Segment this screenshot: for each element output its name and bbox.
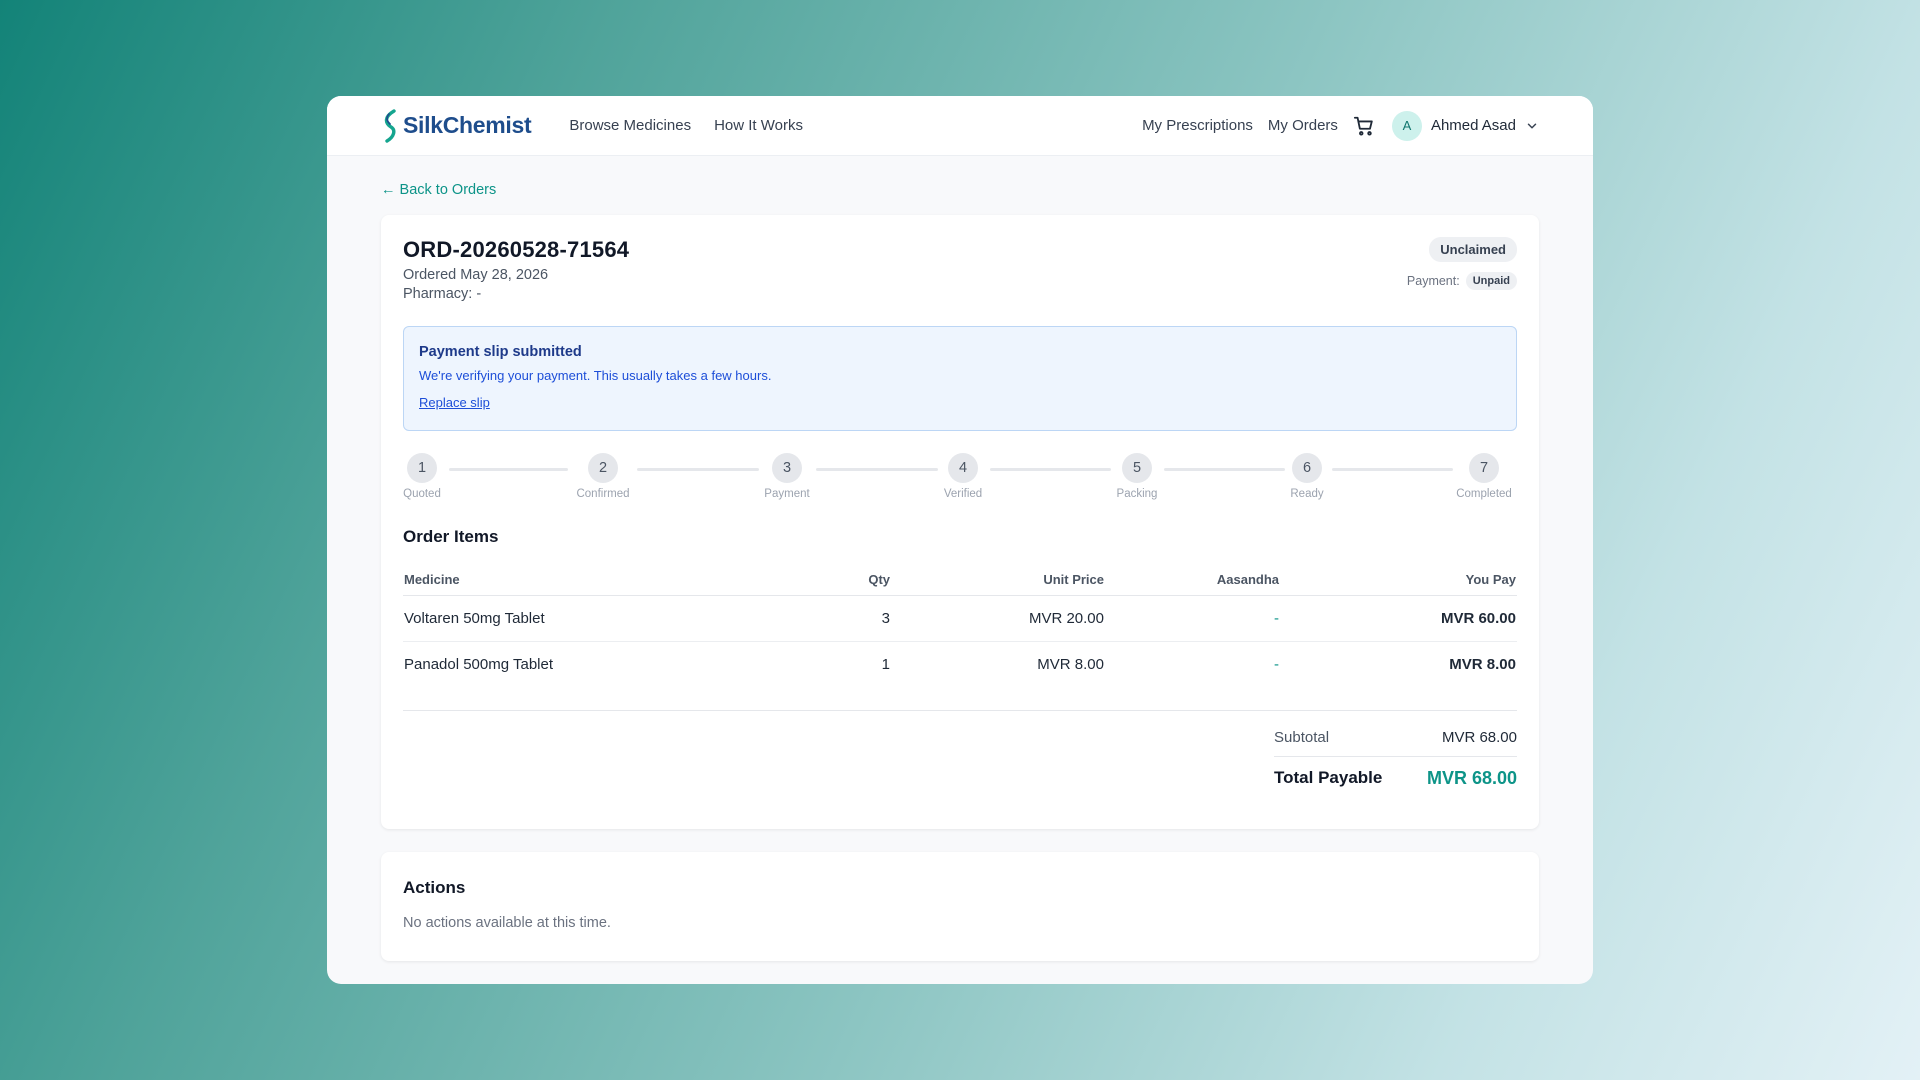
step-connector bbox=[1332, 468, 1453, 471]
nav-my-orders[interactable]: My Orders bbox=[1268, 117, 1338, 134]
step-label: Quoted bbox=[403, 488, 441, 500]
order-date: Ordered May 28, 2026 bbox=[403, 267, 549, 283]
step-payment: 3 Payment bbox=[752, 453, 822, 500]
total-label: Total Payable bbox=[1274, 768, 1383, 787]
page-content: ← Back to Orders ORD-20260528-71564 Orde… bbox=[327, 156, 1593, 961]
column-header-unit-price: Unit Price bbox=[891, 566, 1105, 596]
step-ready: 6 Ready bbox=[1272, 453, 1342, 500]
step-connector bbox=[637, 468, 759, 471]
cell-you-pay: MVR 8.00 bbox=[1449, 656, 1516, 674]
column-header-qty: Qty bbox=[733, 566, 891, 596]
avatar: A bbox=[1391, 110, 1422, 141]
step-number: 6 bbox=[1292, 453, 1322, 483]
cell-you-pay: MVR 60.00 bbox=[1280, 595, 1517, 642]
chevron-down-icon bbox=[1527, 123, 1537, 128]
nav-how-it-works[interactable]: How It Works bbox=[714, 117, 803, 134]
order-id: ORD-20260528-71564 bbox=[403, 237, 630, 262]
payment-status-badge: Unpaid bbox=[1465, 272, 1517, 290]
step-label: Confirmed bbox=[576, 488, 630, 500]
actions-title: Actions bbox=[403, 878, 466, 897]
payment-slip-notice: Payment slip submitted We're verifying y… bbox=[403, 326, 1517, 431]
step-label: Verified bbox=[943, 488, 983, 500]
cell-qty: 3 bbox=[733, 595, 891, 642]
user-name: Ahmed Asad bbox=[1430, 117, 1516, 134]
table-row: Panadol 500mg Tablet 1 MVR 8.00 - MVR 8.… bbox=[403, 642, 1517, 688]
step-number: 7 bbox=[1469, 453, 1499, 483]
user-menu[interactable]: A Ahmed Asad bbox=[1390, 110, 1539, 141]
top-navbar: SilkChemist Browse Medicines How It Work… bbox=[327, 96, 1593, 156]
actions-card: Actions No actions available at this tim… bbox=[381, 852, 1539, 961]
order-items-table: Medicine Qty Unit Price Aasandha You Pay… bbox=[403, 566, 1517, 688]
cell-medicine: Panadol 500mg Tablet bbox=[404, 656, 554, 674]
order-card: ORD-20260528-71564 Ordered May 28, 2026 … bbox=[381, 215, 1539, 829]
step-completed: 7 Completed bbox=[1449, 453, 1519, 500]
step-number: 3 bbox=[772, 453, 802, 483]
notice-title: Payment slip submitted bbox=[419, 344, 582, 360]
step-quoted: 1 Quoted bbox=[387, 453, 457, 500]
nav-my-prescriptions[interactable]: My Prescriptions bbox=[1142, 117, 1253, 134]
cart-icon[interactable] bbox=[1353, 115, 1375, 137]
subtotal-value: MVR 68.00 bbox=[1441, 728, 1517, 746]
step-label: Payment bbox=[764, 488, 810, 500]
cell-qty: 1 bbox=[881, 656, 890, 674]
brand-name: SilkChemist bbox=[403, 112, 532, 138]
subtotal-label: Subtotal bbox=[1274, 728, 1330, 746]
step-verified: 4 Verified bbox=[928, 453, 998, 500]
column-header-aasandha: Aasandha bbox=[1105, 566, 1280, 596]
actions-empty-message: No actions available at this time. bbox=[403, 915, 611, 931]
cell-aasandha: - bbox=[1274, 656, 1279, 674]
step-number: 4 bbox=[948, 453, 978, 483]
column-header-medicine: Medicine bbox=[403, 566, 733, 596]
step-connector bbox=[1164, 468, 1285, 471]
step-number: 2 bbox=[588, 453, 618, 483]
step-number: 5 bbox=[1122, 453, 1152, 483]
order-header: ORD-20260528-71564 Ordered May 28, 2026 … bbox=[403, 237, 1517, 302]
step-packing: 5 Packing bbox=[1102, 453, 1172, 500]
total-row: Total Payable MVR 68.00 bbox=[1274, 755, 1517, 789]
app-window: SilkChemist Browse Medicines How It Work… bbox=[327, 96, 1593, 984]
primary-nav: Browse Medicines How It Works bbox=[569, 117, 803, 134]
step-label: Completed bbox=[1456, 488, 1512, 500]
payment-status-row: Payment: Unpaid bbox=[1407, 272, 1517, 290]
table-header-row: Medicine Qty Unit Price Aasandha You Pay bbox=[403, 566, 1517, 596]
back-to-orders-link[interactable]: ← Back to Orders bbox=[381, 182, 496, 198]
step-connector bbox=[990, 468, 1111, 471]
nav-browse-medicines[interactable]: Browse Medicines bbox=[569, 117, 691, 134]
brand-logo[interactable]: SilkChemist bbox=[381, 108, 532, 143]
leaf-logo-icon bbox=[384, 108, 396, 143]
step-label: Ready bbox=[1290, 488, 1324, 500]
user-nav: My Prescriptions My Orders A Ahmed Asad bbox=[1142, 110, 1539, 141]
step-label: Packing bbox=[1116, 488, 1158, 500]
total-value: MVR 68.00 bbox=[1426, 767, 1517, 788]
step-number: 1 bbox=[407, 453, 437, 483]
notice-message: We're verifying your payment. This usual… bbox=[419, 368, 772, 383]
order-status-area: Unclaimed Payment: Unpaid bbox=[1407, 237, 1517, 302]
order-pharmacy: Pharmacy: - bbox=[403, 286, 482, 302]
replace-slip-link[interactable]: Replace slip bbox=[419, 395, 490, 410]
payment-label: Payment: bbox=[1406, 274, 1460, 288]
cell-aasandha: - bbox=[1105, 595, 1280, 642]
column-header-you-pay: You Pay bbox=[1280, 566, 1517, 596]
cell-unit-price: MVR 20.00 bbox=[891, 595, 1105, 642]
table-row: Voltaren 50mg Tablet 3 MVR 20.00 - MVR 6… bbox=[403, 595, 1517, 642]
step-confirmed: 2 Confirmed bbox=[568, 453, 638, 500]
order-progress-stepper: 1 Quoted 2 Confirmed 3 Payment 4 Verifie… bbox=[403, 453, 1517, 515]
subtotal-row: Subtotal MVR 68.00 bbox=[1274, 729, 1517, 746]
order-summary: Subtotal MVR 68.00 Total Payable MVR 68.… bbox=[403, 709, 1517, 789]
status-badge: Unclaimed bbox=[1429, 237, 1517, 262]
cell-medicine: Voltaren 50mg Tablet bbox=[403, 595, 733, 642]
order-info: ORD-20260528-71564 Ordered May 28, 2026 … bbox=[403, 237, 629, 302]
order-items-title: Order Items bbox=[403, 527, 499, 546]
cell-unit-price: MVR 8.00 bbox=[1037, 656, 1104, 674]
step-connector bbox=[816, 468, 938, 471]
step-connector bbox=[449, 468, 568, 471]
